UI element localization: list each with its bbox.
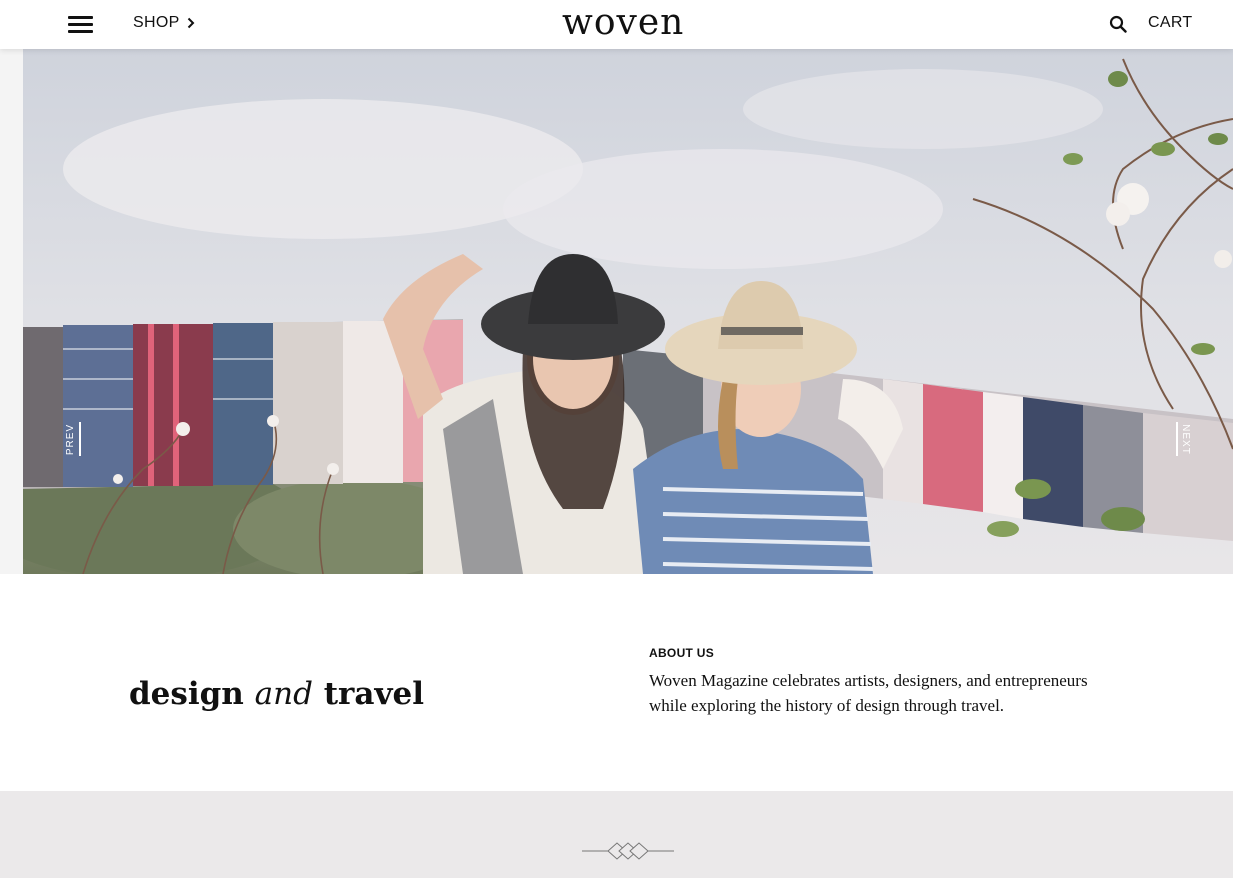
prev-bar — [79, 422, 81, 456]
tagline-travel: travel — [323, 676, 424, 712]
site-header: SHOP woven CART — [0, 0, 1233, 49]
tagline-and: and — [254, 676, 313, 712]
hero-left-gutter — [0, 49, 23, 574]
tagline: design and travel — [129, 676, 424, 712]
cart-link[interactable]: CART — [1148, 14, 1192, 32]
next-bar — [1176, 422, 1178, 456]
shop-link[interactable]: SHOP — [133, 14, 195, 32]
next-label: NEXT — [1179, 424, 1191, 455]
carousel-prev-button[interactable]: PREV — [63, 422, 87, 458]
hamburger-menu-icon[interactable] — [68, 15, 94, 35]
about-text-line-2: while exploring the history of design th… — [649, 696, 1005, 715]
about-heading: ABOUT US — [649, 646, 715, 660]
chevron-right-icon — [187, 17, 194, 29]
shop-label: SHOP — [133, 14, 180, 31]
site-logo[interactable]: woven — [562, 1, 684, 45]
prev-label: PREV — [65, 423, 77, 456]
hero-image — [23, 49, 1233, 574]
about-text: Woven Magazine celebrates artists, desig… — [649, 668, 1129, 718]
diamond-divider-icon — [582, 842, 674, 860]
search-icon[interactable] — [1109, 15, 1127, 33]
tagline-design: design — [129, 676, 244, 712]
hero-carousel: PREV NEXT — [23, 49, 1233, 574]
carousel-next-button[interactable]: NEXT — [1173, 422, 1197, 458]
about-text-line-1: Woven Magazine celebrates artists, desig… — [649, 671, 1088, 690]
section-band — [0, 791, 1233, 878]
